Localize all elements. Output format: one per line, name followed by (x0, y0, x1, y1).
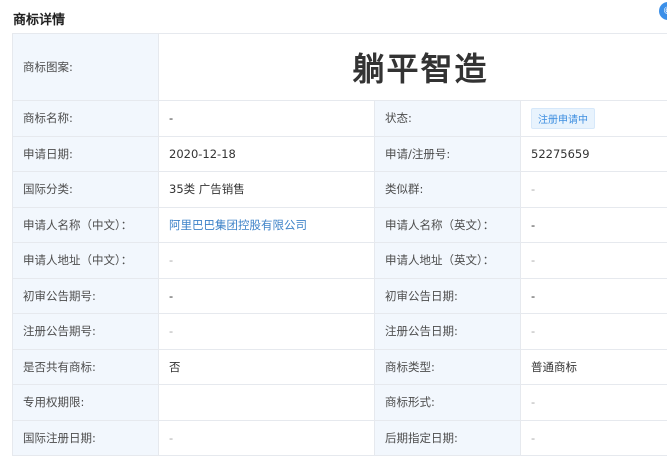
field-label: 初审公告日期: (375, 278, 521, 314)
field-value: 普通商标 (521, 349, 667, 385)
field-label: 是否共有商标: (13, 349, 159, 385)
field-label: 专用权期限: (13, 385, 159, 421)
table-row: 申请人名称（中文）： 阿里巴巴集团控股有限公司 申请人名称（英文）： - (13, 207, 667, 243)
field-value: - (159, 278, 375, 314)
field-value: - (521, 278, 667, 314)
field-label: 状态: (375, 101, 521, 137)
field-label: 申请/注册号: (375, 136, 521, 172)
field-value: 否 (159, 349, 375, 385)
table-row: 是否共有商标: 否 商标类型: 普通商标 (13, 349, 667, 385)
field-value: - (521, 385, 667, 421)
field-label: 商标形式: (375, 385, 521, 421)
page-title: 商标详情 (13, 9, 65, 28)
field-value: 2020-12-18 (159, 136, 375, 172)
field-label: 国际注册日期: (13, 420, 159, 456)
table-row: 注册公告期号: - 注册公告日期: - (13, 314, 667, 350)
trademark-detail-table: 商标图案: 躺平智造 商标名称: - 状态: 注册申请中 申请日期: 2020-… (12, 33, 667, 456)
trademark-image-row: 商标图案: 躺平智造 (13, 34, 667, 101)
trademark-image-label: 商标图案: (13, 34, 159, 101)
table-row: 初审公告期号: - 初审公告日期: - (13, 278, 667, 314)
header: 商标详情 © (0, 0, 667, 32)
field-value: 35类 广告销售 (159, 172, 375, 208)
field-value: - (159, 420, 375, 456)
table-row: 专用权期限: 商标形式: - (13, 385, 667, 421)
field-label: 类似群: (375, 172, 521, 208)
applicant-link[interactable]: 阿里巴巴集团控股有限公司 (169, 218, 307, 232)
field-label: 申请人地址（英文）： (375, 243, 521, 279)
field-label: 商标类型: (375, 349, 521, 385)
table-row: 申请日期: 2020-12-18 申请/注册号: 52275659 (13, 136, 667, 172)
field-value: - (159, 243, 375, 279)
table-row: 国际分类: 35类 广告销售 类似群: - (13, 172, 667, 208)
field-value: 52275659 (521, 136, 667, 172)
field-label: 申请人地址（中文）： (13, 243, 159, 279)
field-value: - (521, 207, 667, 243)
field-value: - (521, 172, 667, 208)
field-value: - (159, 314, 375, 350)
field-label: 注册公告日期: (375, 314, 521, 350)
field-value: - (521, 243, 667, 279)
field-label: 后期指定日期: (375, 420, 521, 456)
field-label: 初审公告期号: (13, 278, 159, 314)
field-value: - (521, 420, 667, 456)
field-label: 国际分类: (13, 172, 159, 208)
field-value: - (521, 314, 667, 350)
field-label: 商标名称: (13, 101, 159, 137)
field-label: 申请人名称（英文）： (375, 207, 521, 243)
table-row: 申请人地址（中文）： - 申请人地址（英文）： - (13, 243, 667, 279)
field-value (159, 385, 375, 421)
table-row: 商标名称: - 状态: 注册申请中 (13, 101, 667, 137)
info-icon[interactable]: © (659, 2, 667, 20)
field-label: 申请日期: (13, 136, 159, 172)
field-label: 申请人名称（中文）： (13, 207, 159, 243)
trademark-image: 躺平智造 (159, 34, 667, 101)
table-row: 国际注册日期: - 后期指定日期: - (13, 420, 667, 456)
field-value: - (159, 101, 375, 137)
field-value: 注册申请中 (521, 101, 667, 137)
field-label: 注册公告期号: (13, 314, 159, 350)
status-badge: 注册申请中 (531, 108, 595, 129)
field-value: 阿里巴巴集团控股有限公司 (159, 207, 375, 243)
